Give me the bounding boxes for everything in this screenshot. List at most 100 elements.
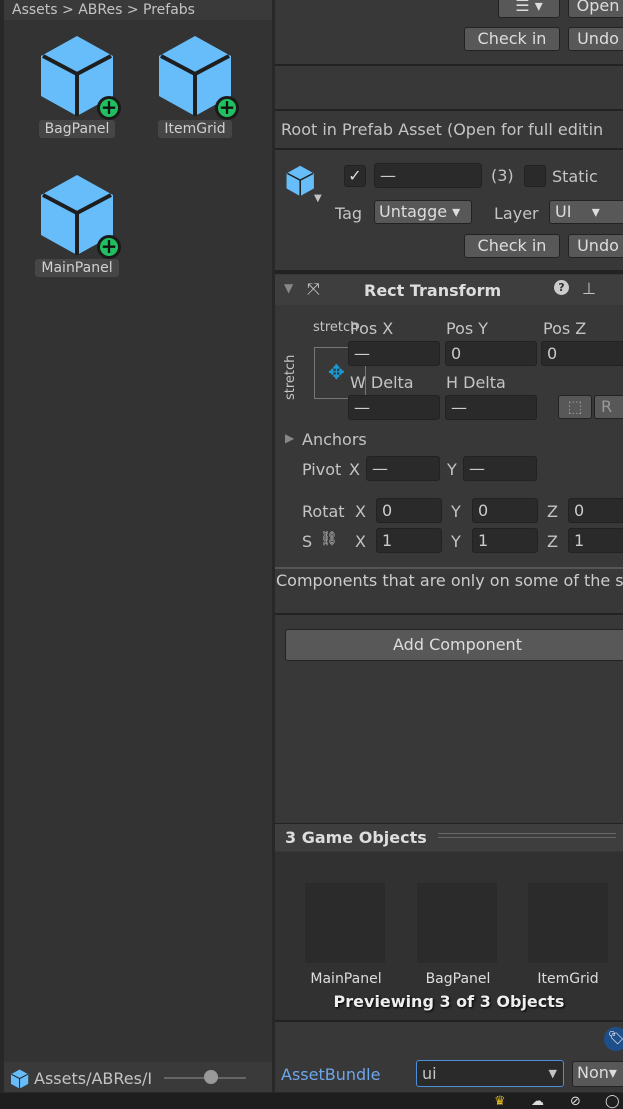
raw-edit-button[interactable]: R [594,395,623,419]
pos-x-label: Pos X [350,319,394,338]
add-icon: + [215,96,239,120]
anchors-foldout[interactable]: Anchors [302,430,367,449]
project-panel [4,0,272,1092]
add-component-button[interactable]: Add Component [285,629,623,661]
w-delta-label: W Delta [350,373,414,392]
prefab-icon: + [37,173,121,259]
w-delta-field[interactable]: — [348,395,440,420]
rot-z-label: Z [547,502,558,521]
rect-transform-icon: ⤧ [307,279,320,298]
h-delta-label: H Delta [446,373,506,392]
scale-z-field[interactable]: 1 [568,528,623,553]
status-icon[interactable]: ◯ [605,1094,620,1109]
prefab-icon: + [155,34,239,120]
stretch-icon: ✥ [328,360,345,384]
preview-label: MainPanel [310,971,382,987]
anchor-v-label: stretch [283,354,298,400]
add-icon: + [97,235,121,259]
variant-value: Non [577,1063,609,1082]
breadcrumb-text: Assets > ABRes > Prefabs [12,2,195,18]
selection-count: (3) [491,166,514,185]
tag-dropdown[interactable]: Untagge ▾ [374,200,472,224]
check-in-button[interactable]: Check in [464,27,560,51]
preview-status: Previewing 3 of 3 Objects [333,992,565,1011]
rot-x-label: X [355,502,366,521]
rotation-label: Rotat [302,502,345,521]
gameobject-icon [285,165,315,197]
assetbundle-dropdown[interactable]: ui ▼ [416,1060,564,1087]
view-dropdown[interactable]: ☰ ▾ [498,0,560,18]
pivot-label: Pivot [302,460,342,479]
breadcrumb[interactable]: Assets > ABRes > Prefabs [4,0,272,20]
rot-z-field[interactable]: 0 [568,498,623,523]
variant-dropdown[interactable]: Non▾ [572,1061,623,1087]
preview-drag-handle[interactable] [438,833,616,838]
project-footer: Assets/ABRes/I [4,1062,272,1092]
constrain-proportions-icon[interactable]: ⛓ [320,531,338,547]
cache-icon[interactable]: ☁ [531,1094,544,1109]
scale-x-field[interactable]: 1 [376,528,442,553]
presets-icon[interactable]: ⊥ [582,279,596,298]
name-field[interactable]: — [374,163,482,188]
label-tag-icon[interactable]: 🏷 [604,1027,623,1051]
anchors-expand-arrow[interactable]: ▶ [285,431,294,445]
collapse-arrow-icon[interactable]: ▼ [284,281,293,295]
preview-thumbnail [305,883,385,963]
icon-dropdown-arrow[interactable]: ▼ [314,193,322,204]
active-checkbox[interactable]: ✓ [344,165,366,187]
asset-label: ItemGrid [158,120,232,138]
preview-thumbnail [417,883,497,963]
h-delta-field[interactable]: — [445,395,537,420]
pos-z-label: Pos Z [543,319,587,338]
help-icon[interactable]: ? [554,280,569,295]
asset-bagpanel[interactable]: + BagPanel [32,34,122,138]
tag-value: Untagge [379,202,448,221]
layer-dropdown[interactable]: UI ▾ [549,200,623,224]
undo-button[interactable]: Undo [568,27,623,51]
scale-z-label: Z [547,532,558,551]
layer-value: UI [555,202,572,221]
blueprint-mode-button[interactable]: ⬚ [558,395,592,419]
prefab-icon: + [37,34,121,120]
preview-title: 3 Game Objects [285,828,427,847]
pivot-x-label: X [349,460,360,479]
tag-label: Tag [335,204,363,223]
pos-y-field[interactable]: 0 [445,341,537,366]
asset-label: BagPanel [38,120,116,138]
bug-icon[interactable]: ♛ [494,1094,506,1109]
scale-label: S [302,532,313,551]
layer-label: Layer [494,204,539,223]
static-checkbox[interactable] [524,165,546,187]
prefab-icon [10,1069,29,1089]
static-label: Static [552,167,598,186]
asset-label: MainPanel [35,259,119,277]
multi-edit-notice: Components that are only on some of the … [276,571,623,590]
rot-x-field[interactable]: 0 [376,498,442,523]
scale-y-label: Y [451,532,461,551]
pos-x-field[interactable]: — [348,341,440,366]
asset-itemgrid[interactable]: + ItemGrid [150,34,240,138]
assetbundle-value: ui [422,1064,437,1083]
scale-x-label: X [355,532,366,551]
preview-label: BagPanel [425,971,491,987]
scale-y-field[interactable]: 1 [472,528,538,553]
prefab-notice: Root in Prefab Asset (Open for full edit… [281,120,604,139]
asset-mainpanel[interactable]: + MainPanel [32,173,122,277]
pivot-x-field[interactable]: — [366,456,440,481]
component-title: Rect Transform [364,281,502,300]
undo-button-2[interactable]: Undo [568,234,623,258]
status-bar: ♛ ☁ ⊘ ◯ [0,1093,623,1109]
preview-thumbnail [528,883,608,963]
add-icon: + [97,96,121,120]
hidden-icon[interactable]: ⊘ [570,1094,581,1109]
open-button[interactable]: Open [568,0,623,18]
rot-y-label: Y [451,502,461,521]
pos-y-label: Pos Y [446,319,489,338]
zoom-slider-handle[interactable] [204,1070,218,1084]
check-in-button-2[interactable]: Check in [464,234,560,258]
pivot-y-label: Y [447,460,457,479]
rot-y-field[interactable]: 0 [472,498,538,523]
pivot-y-field[interactable]: — [463,456,537,481]
assetbundle-label: AssetBundle [281,1065,381,1084]
pos-z-field[interactable]: 0 [541,341,623,366]
